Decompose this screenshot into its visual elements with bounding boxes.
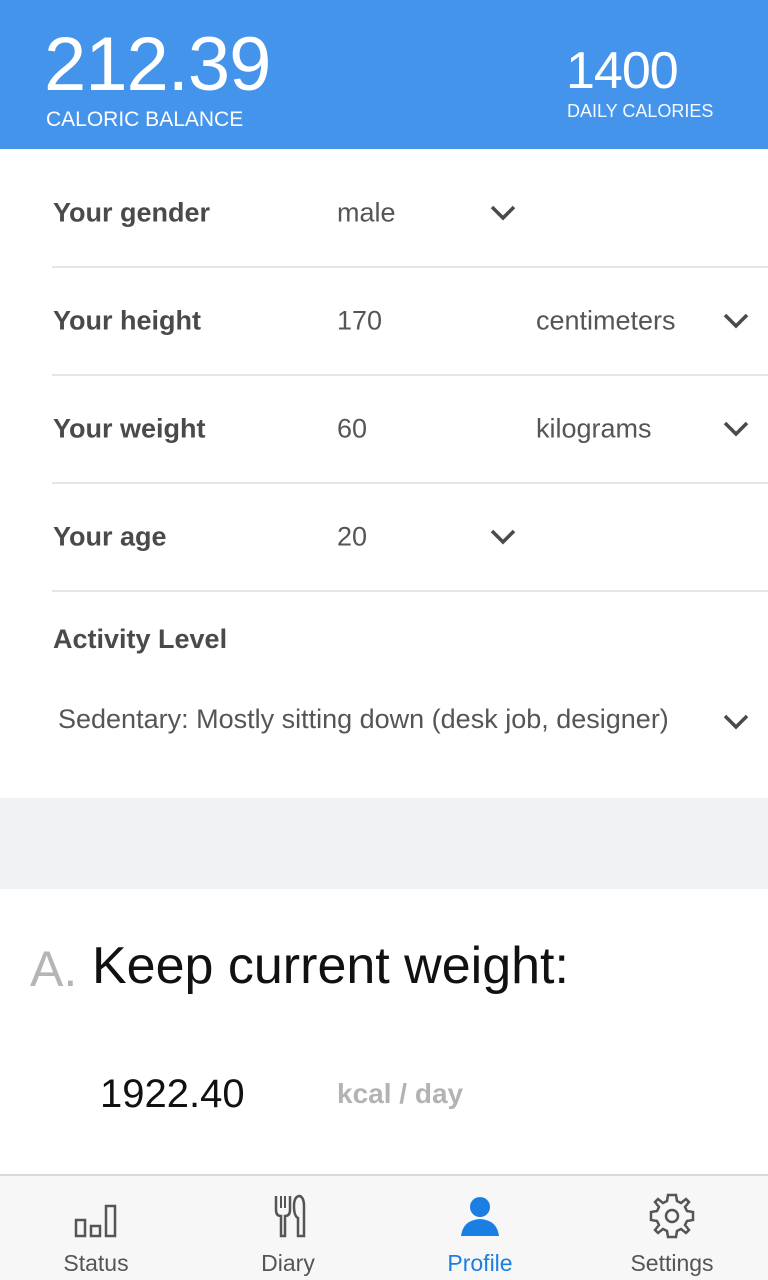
height-row: Your height 170 centimeters (52, 268, 768, 376)
nav-label-profile: Profile (447, 1250, 513, 1276)
weight-unit-select[interactable]: kilograms (536, 414, 652, 445)
goal-title: Keep current weight: (92, 937, 569, 995)
height-input[interactable]: 170 (337, 306, 382, 337)
goal-calories-unit: kcal / day (337, 1078, 464, 1109)
gender-label: Your gender (53, 197, 211, 228)
nav-item-settings[interactable]: Settings (576, 1176, 768, 1280)
caloric-balance-label: CALORIC BALANCE (46, 108, 244, 131)
gender-select[interactable]: male (337, 198, 396, 229)
daily-calories-value: 1400 (566, 42, 679, 100)
activity-chevron-down-icon[interactable] (722, 712, 750, 732)
activity-level-select[interactable]: Sedentary: Mostly sitting down (desk job… (58, 704, 669, 735)
weight-label: Your weight (53, 413, 206, 444)
section-divider (0, 798, 768, 889)
age-select[interactable]: 20 (337, 522, 367, 553)
header-bar: 212.39 CALORIC BALANCE 1400 DAILY CALORI… (0, 0, 768, 149)
age-chevron-down-icon[interactable] (489, 527, 517, 547)
nav-label-settings: Settings (630, 1250, 714, 1276)
fork-knife-icon (264, 1192, 312, 1240)
activity-level-label: Activity Level (53, 624, 228, 654)
person-icon (456, 1192, 504, 1240)
nav-item-profile[interactable]: Profile (384, 1176, 576, 1280)
nav-label-diary: Diary (261, 1250, 315, 1276)
goal-calories-value: 1922.40 (100, 1072, 245, 1116)
height-unit-select[interactable]: centimeters (536, 306, 676, 337)
height-unit-chevron-down-icon[interactable] (722, 311, 750, 331)
nav-label-status: Status (63, 1250, 129, 1276)
age-label: Your age (53, 521, 167, 552)
weight-input[interactable]: 60 (337, 414, 367, 445)
age-row: Your age 20 (52, 484, 768, 592)
gender-row: Your gender male (52, 160, 768, 268)
bottom-navigation: Status Diary Profile Settings (0, 1174, 768, 1280)
bar-chart-icon (72, 1192, 120, 1240)
weight-row: Your weight 60 kilograms (52, 376, 768, 484)
nav-item-diary[interactable]: Diary (192, 1176, 384, 1280)
nav-item-status[interactable]: Status (0, 1176, 192, 1280)
height-label: Your height (53, 305, 201, 336)
gear-icon (648, 1192, 696, 1240)
weight-unit-chevron-down-icon[interactable] (722, 419, 750, 439)
daily-calories-label: DAILY CALORIES (567, 101, 714, 121)
goal-letter: A. (30, 941, 78, 997)
gender-chevron-down-icon[interactable] (489, 203, 517, 223)
caloric-balance-value: 212.39 (44, 22, 271, 107)
